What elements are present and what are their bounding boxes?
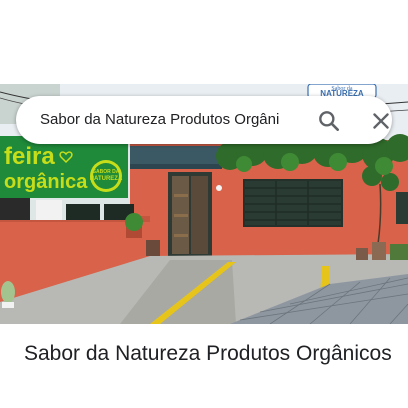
close-icon — [373, 113, 389, 129]
search-input[interactable]: Sabor da Natureza Produtos Orgâni — [40, 96, 302, 144]
banner-line2-text: orgânica — [4, 171, 88, 193]
top-blank-area — [0, 0, 408, 84]
search-icon — [319, 111, 339, 131]
search-button[interactable] — [316, 108, 342, 134]
badge-line2-text: NATUREZA — [90, 176, 123, 182]
clear-search-button[interactable] — [368, 108, 394, 134]
banner-line1-text: feira — [4, 143, 55, 170]
feira-organica-banner: feira orgânica SABOR DA NATUREZA — [0, 136, 128, 198]
search-bar[interactable]: Sabor da Natureza Produtos Orgâni — [16, 96, 392, 144]
badge-line1-text: SABOR DA — [93, 169, 120, 175]
place-title: Sabor da Natureza Produtos Orgânicos — [24, 342, 392, 365]
